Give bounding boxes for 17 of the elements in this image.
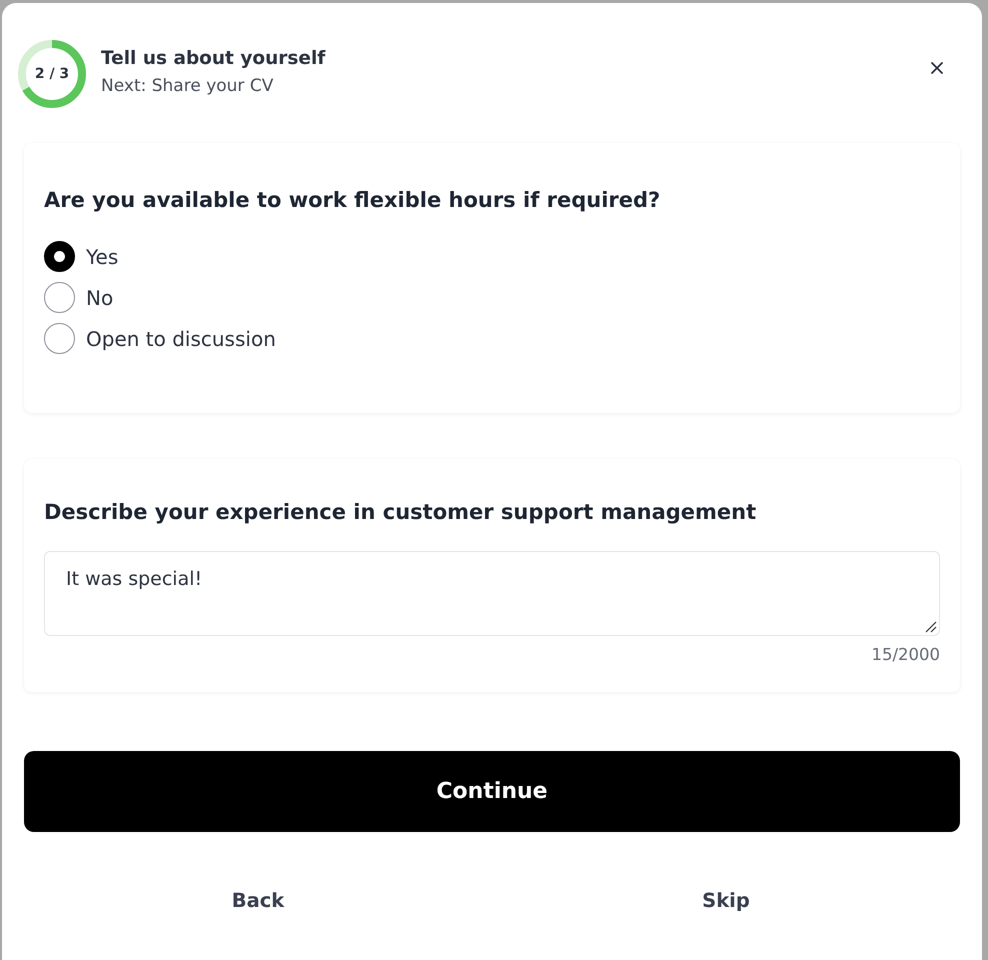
dialog-subtitle: Next: Share your CV: [101, 76, 274, 96]
option-label[interactable]: Open to discussion: [86, 326, 276, 350]
radio-icon[interactable]: [44, 282, 75, 313]
question-title: Are you available to work flexible hours if required?: [44, 188, 662, 212]
continue-button[interactable]: Continue: [24, 751, 960, 832]
radio-icon[interactable]: [44, 323, 75, 354]
link-button[interactable]: Back: [220, 881, 296, 920]
dialog-title: Tell us about yourself: [101, 48, 326, 69]
character-counter: 15/2000: [871, 645, 940, 665]
option-label[interactable]: Yes: [86, 244, 118, 268]
question-title: Describe your experience in customer support management: [44, 500, 758, 524]
resize-handle-icon[interactable]: [925, 621, 937, 633]
link-button[interactable]: Skip: [690, 881, 762, 920]
option-label[interactable]: No: [86, 286, 114, 310]
answer-field[interactable]: It was special!: [44, 551, 940, 636]
progress-count: 2 / 3: [34, 66, 70, 82]
radio-selected-icon[interactable]: [44, 241, 75, 272]
